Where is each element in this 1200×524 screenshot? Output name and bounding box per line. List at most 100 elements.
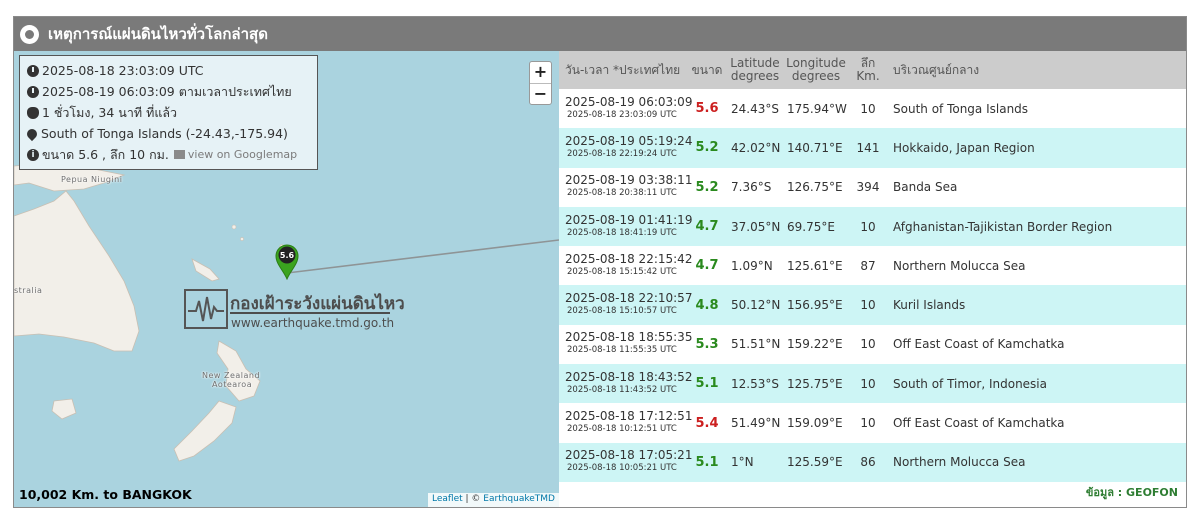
cell-magnitude: 5.2 bbox=[695, 179, 719, 195]
earthquake-table: วัน-เวลา *ประเทศไทย ขนาด Latitude degrees… bbox=[559, 51, 1186, 485]
cell-longitude: 125.75°E bbox=[787, 376, 843, 391]
cell-longitude: 69.75°E bbox=[787, 219, 835, 234]
cell-latitude: 37.05°N bbox=[731, 219, 781, 234]
googlemap-link[interactable]: view on Googlemap bbox=[173, 144, 297, 165]
cell-magnitude: 5.6 bbox=[695, 101, 719, 117]
cell-region: Kuril Islands bbox=[893, 298, 966, 313]
table-row[interactable]: 2025-08-19 05:19:24 2025-08-18 22:19:24 U… bbox=[559, 128, 1186, 168]
cell-depth: 10 bbox=[860, 376, 876, 391]
record-icon bbox=[20, 24, 39, 44]
cell-depth: 10 bbox=[860, 298, 876, 313]
cell-depth: 87 bbox=[860, 258, 876, 273]
distance-to-bangkok: 10,002 Km. to BANGKOK bbox=[19, 487, 192, 502]
cell-datetime: 2025-08-19 01:41:19 2025-08-18 18:41:19 U… bbox=[565, 212, 693, 238]
col-longitude: Longitude degrees bbox=[786, 56, 846, 83]
cell-depth: 10 bbox=[860, 219, 876, 234]
tmd-link[interactable]: EarthquakeTMD bbox=[483, 494, 555, 504]
cell-latitude: 42.02°N bbox=[731, 140, 781, 155]
cell-latitude: 50.12°N bbox=[731, 298, 781, 313]
cell-longitude: 159.22°E bbox=[787, 337, 843, 352]
info-icon bbox=[27, 145, 39, 166]
cell-region: Banda Sea bbox=[893, 180, 958, 195]
info-location: South of Tonga Islands (-24.43,-175.94) bbox=[41, 126, 288, 141]
cell-longitude: 140.71°E bbox=[787, 140, 843, 155]
zoom-control: + − bbox=[529, 61, 552, 105]
zoom-in-button[interactable]: + bbox=[530, 62, 551, 83]
cell-datetime: 2025-08-18 22:10:57 2025-08-18 15:10:57 U… bbox=[565, 291, 693, 317]
cell-magnitude: 5.1 bbox=[695, 454, 719, 470]
table-row[interactable]: 2025-08-18 17:05:21 2025-08-18 10:05:21 U… bbox=[559, 442, 1186, 482]
table-row[interactable]: 2025-08-18 18:43:52 2025-08-18 11:43:52 U… bbox=[559, 364, 1186, 404]
stopwatch-icon bbox=[27, 106, 39, 119]
table-row[interactable]: 2025-08-18 17:12:51 2025-08-18 10:12:51 U… bbox=[559, 403, 1186, 443]
map-icon bbox=[173, 150, 185, 159]
cell-latitude: 1°N bbox=[731, 455, 754, 470]
epicenter-marker[interactable]: 5.6 bbox=[274, 244, 300, 284]
cell-depth: 394 bbox=[856, 180, 880, 195]
earthquake-map[interactable]: Pepua Niugini stralia New Zealand Aotear… bbox=[14, 51, 559, 507]
title-bar: เหตุการณ์แผ่นดินไหวทั่วโลกล่าสุด bbox=[14, 17, 1186, 51]
col-datetime: วัน-เวลา *ประเทศไทย bbox=[565, 62, 681, 77]
map-attribution: Leaflet | © EarthquakeTMD bbox=[428, 493, 559, 507]
widget-title: เหตุการณ์แผ่นดินไหวทั่วโลกล่าสุด bbox=[48, 25, 268, 43]
cell-magnitude: 5.2 bbox=[695, 140, 719, 156]
cell-region: Northern Molucca Sea bbox=[893, 455, 1026, 470]
cell-depth: 10 bbox=[860, 101, 876, 116]
col-magnitude: ขนาด bbox=[691, 62, 723, 77]
cell-magnitude: 5.4 bbox=[695, 415, 719, 431]
cell-latitude: 51.49°N bbox=[731, 416, 781, 431]
table-row[interactable]: 2025-08-19 03:38:11 2025-08-18 20:38:11 U… bbox=[559, 167, 1186, 207]
table-row[interactable]: 2025-08-19 01:41:19 2025-08-18 18:41:19 U… bbox=[559, 206, 1186, 247]
zoom-out-button[interactable]: − bbox=[530, 83, 551, 104]
cell-region: South of Tonga Islands bbox=[893, 101, 1029, 116]
event-info-box: 2025-08-18 23:03:09 UTC 2025-08-19 06:03… bbox=[19, 55, 318, 170]
cell-magnitude: 4.7 bbox=[695, 219, 719, 235]
table-header: วัน-เวลา *ประเทศไทย ขนาด Latitude degrees… bbox=[559, 51, 1186, 89]
cell-region: Hokkaido, Japan Region bbox=[893, 140, 1035, 155]
cell-depth: 141 bbox=[856, 140, 880, 155]
info-utc-time: 2025-08-18 23:03:09 UTC bbox=[42, 63, 204, 78]
cell-datetime: 2025-08-19 06:03:09 2025-08-18 23:03:09 U… bbox=[565, 94, 693, 120]
cell-depth: 10 bbox=[860, 416, 876, 431]
cell-datetime: 2025-08-18 22:15:42 2025-08-18 15:15:42 U… bbox=[565, 251, 693, 277]
col-depth: ลึก Km. bbox=[856, 56, 880, 83]
cell-region: Northern Molucca Sea bbox=[893, 258, 1026, 273]
cell-region: Off East Coast of Kamchatka bbox=[893, 337, 1065, 352]
cell-region: Afghanistan-Tajikistan Border Region bbox=[893, 219, 1113, 234]
cell-longitude: 159.09°E bbox=[787, 416, 843, 431]
cell-region: Off East Coast of Kamchatka bbox=[893, 416, 1065, 431]
cell-depth: 86 bbox=[860, 455, 876, 470]
cell-datetime: 2025-08-18 18:43:52 2025-08-18 11:43:52 U… bbox=[565, 369, 693, 395]
col-region: บริเวณศูนย์กลาง bbox=[893, 62, 980, 77]
cell-longitude: 126.75°E bbox=[787, 180, 843, 195]
cell-depth: 10 bbox=[860, 337, 876, 352]
cell-datetime: 2025-08-18 18:55:35 2025-08-18 11:55:35 U… bbox=[565, 330, 693, 356]
seismograph-logo-icon bbox=[184, 289, 228, 329]
cell-magnitude: 4.8 bbox=[695, 297, 719, 313]
table-row[interactable]: 2025-08-18 22:15:42 2025-08-18 15:15:42 U… bbox=[559, 246, 1186, 286]
cell-latitude: 51.51°N bbox=[731, 337, 781, 352]
cell-longitude: 125.61°E bbox=[787, 258, 843, 273]
table-row[interactable]: 2025-08-19 06:03:09 2025-08-18 23:03:09 U… bbox=[559, 89, 1186, 129]
cell-magnitude: 4.7 bbox=[695, 258, 719, 274]
table-row[interactable]: 2025-08-18 22:10:57 2025-08-18 15:10:57 U… bbox=[559, 285, 1186, 325]
clock-icon bbox=[27, 64, 39, 77]
clock-icon bbox=[27, 85, 39, 98]
location-pin-icon bbox=[24, 126, 40, 141]
cell-longitude: 175.94°W bbox=[787, 101, 847, 116]
marker-magnitude: 5.6 bbox=[280, 251, 295, 260]
info-thai-time: 2025-08-19 06:03:09 ตามเวลาประเทศไทย bbox=[42, 84, 292, 99]
cell-datetime: 2025-08-19 05:19:24 2025-08-18 22:19:24 U… bbox=[565, 133, 693, 159]
table-row[interactable]: 2025-08-18 18:55:35 2025-08-18 11:55:35 U… bbox=[559, 324, 1186, 365]
cell-magnitude: 5.1 bbox=[695, 376, 719, 392]
leaflet-link[interactable]: Leaflet bbox=[432, 494, 463, 504]
cell-longitude: 156.95°E bbox=[787, 298, 843, 313]
cell-region: South of Timor, Indonesia bbox=[893, 376, 1047, 391]
cell-datetime: 2025-08-19 03:38:11 2025-08-18 20:38:11 U… bbox=[565, 173, 693, 199]
earthquake-widget: เหตุการณ์แผ่นดินไหวทั่วโลกล่าสุด Pepua N… bbox=[13, 16, 1187, 508]
cell-datetime: 2025-08-18 17:12:51 2025-08-18 10:12:51 U… bbox=[565, 409, 693, 435]
cell-longitude: 125.59°E bbox=[787, 455, 843, 470]
cell-latitude: 1.09°N bbox=[731, 258, 773, 273]
cell-datetime: 2025-08-18 17:05:21 2025-08-18 10:05:21 U… bbox=[565, 448, 693, 474]
col-latitude: Latitude degrees bbox=[730, 56, 780, 83]
